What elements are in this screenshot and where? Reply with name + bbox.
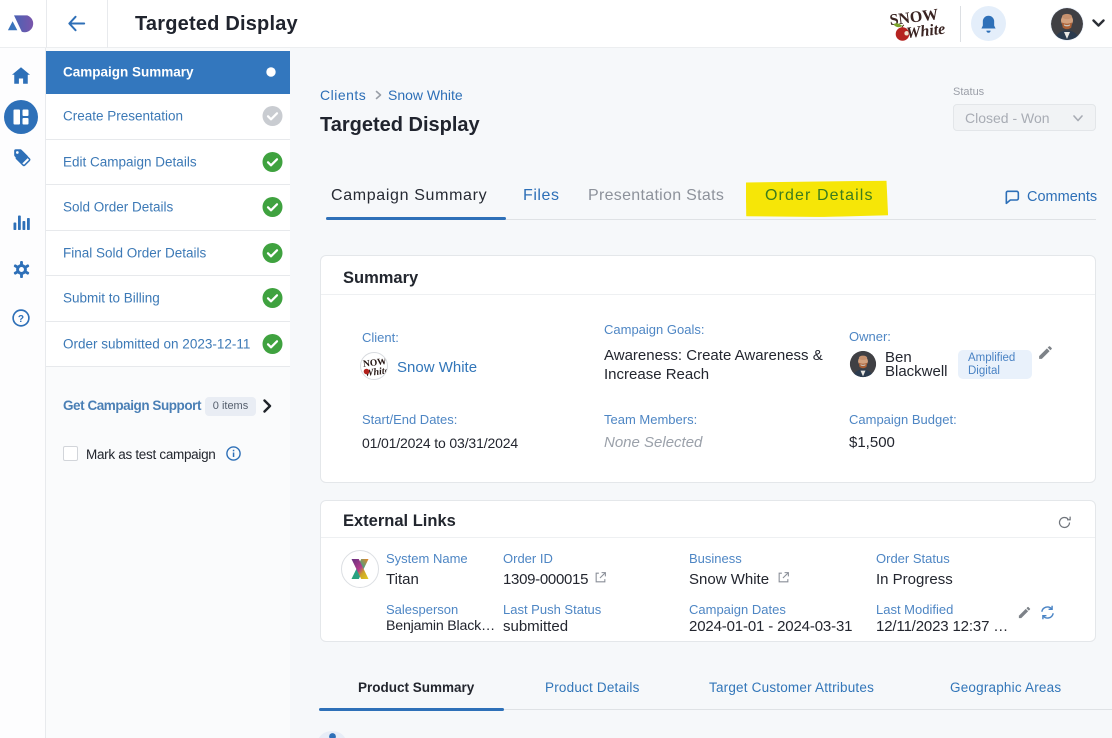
svg-text:?: ?: [18, 313, 24, 324]
svg-text:White: White: [905, 21, 946, 43]
